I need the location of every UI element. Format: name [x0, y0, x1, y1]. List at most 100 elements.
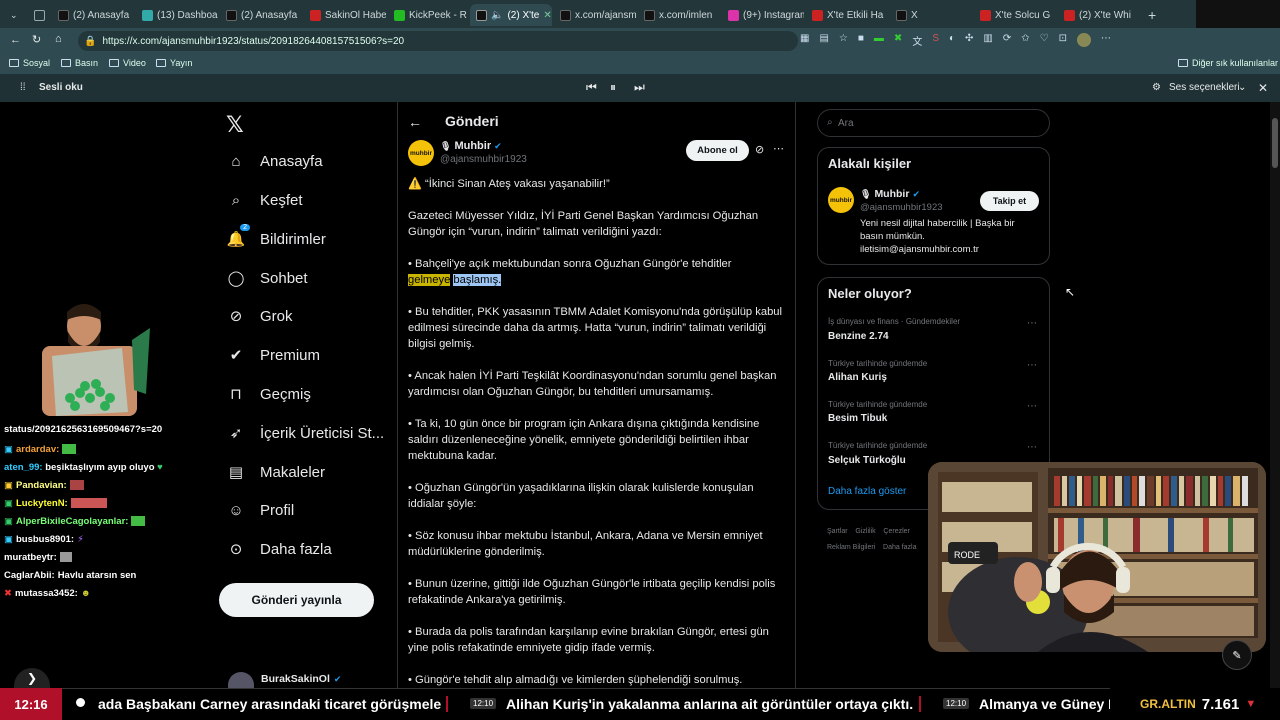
puzzle-icon[interactable]: ✣ [965, 33, 973, 49]
back-arrow-icon[interactable]: ← [408, 114, 422, 130]
page-scrollbar[interactable] [1270, 102, 1280, 688]
next-icon[interactable]: ⏭ [634, 80, 645, 95]
close-icon[interactable]: ✕ [1258, 81, 1268, 95]
nav-item-history[interactable]: ⊓ Geçmiş [226, 379, 311, 409]
screenshot-icon[interactable]: ⊡ [1059, 33, 1067, 49]
extension-icon[interactable]: S [932, 33, 939, 49]
chevron-down-icon[interactable]: ⌄ [1238, 82, 1246, 93]
search-input[interactable]: ⌕ Ara [817, 109, 1050, 137]
reload-icon[interactable]: ↻ [32, 33, 41, 46]
tab-13[interactable]: (2) X'te Whi [1058, 4, 1140, 26]
folder-icon [1178, 59, 1188, 67]
extension-icon[interactable]: ✖ [894, 33, 902, 49]
nav-item-creator-studio[interactable]: ➶ İçerik Üreticisi St... [226, 418, 384, 448]
author-handle[interactable]: @ajansmuhbir1923 [440, 154, 527, 165]
nav-item-chat[interactable]: ◯ Sohbet [226, 263, 308, 293]
more-options-icon[interactable]: ⋯ [773, 142, 784, 155]
page-icon[interactable]: ▤ [819, 33, 828, 49]
tab-11[interactable]: X [890, 4, 972, 26]
footer-link[interactable]: Reklam Bilgileri [827, 544, 875, 551]
subscribe-button[interactable]: Abone ol [686, 140, 749, 161]
bookmark-folder-video[interactable]: Video [109, 58, 146, 68]
more-options-icon[interactable]: ⋯ [1027, 401, 1037, 412]
x-logo-icon[interactable]: 𝕏 [226, 112, 244, 138]
new-tab-button[interactable]: + [1142, 4, 1160, 26]
verified-icon: ✔ [912, 188, 920, 199]
pause-icon[interactable]: ⏸ [610, 80, 616, 95]
related-avatar[interactable]: muhbir [828, 187, 854, 213]
footer-link[interactable]: Daha fazla [883, 544, 916, 551]
tab-actions-icon[interactable] [28, 4, 46, 26]
more-options-icon[interactable]: ⋯ [1027, 318, 1037, 329]
tab-12[interactable]: X'te Solcu G [974, 4, 1056, 26]
bookmark-folder-basin[interactable]: Basın [61, 58, 98, 68]
tab-menu-button[interactable]: ⌄ [4, 4, 22, 26]
tab-10[interactable]: X'te Etkili Ha [806, 4, 888, 26]
translate-icon[interactable]: 文 [912, 33, 922, 49]
grok-icon[interactable]: ⊘ [755, 143, 764, 156]
tab-5[interactable]: KickPeek - R [388, 4, 470, 26]
tab-9[interactable]: (9+) Instagram [722, 4, 804, 26]
show-more-link[interactable]: Daha fazla göster [828, 486, 906, 497]
author-name[interactable]: 🎙 Muhbir ✔ [440, 140, 502, 152]
nav-item-profile[interactable]: ☺ Profil [226, 495, 294, 525]
split-icon[interactable]: ▥ [983, 33, 992, 49]
tab-2[interactable]: (13) Dashboard [136, 4, 218, 26]
extension-icon[interactable]: ◐ [949, 33, 955, 49]
author-avatar[interactable]: muhbir [408, 140, 434, 166]
back-icon[interactable]: ← [10, 34, 21, 46]
other-bookmarks[interactable]: Diğer sık kullanılanlar [1178, 58, 1278, 68]
nav-item-premium[interactable]: ✔ Premium [226, 340, 320, 370]
favorites-icon[interactable]: ✩ [1021, 33, 1029, 49]
post-button[interactable]: Gönderi yayınla [219, 583, 374, 617]
trend-item[interactable]: Benzine 2.74 [828, 331, 889, 342]
nav-item-home[interactable]: ⌂ Anasayfa [226, 146, 322, 176]
bookmark-folder-sosyal[interactable]: Sosyal [9, 58, 50, 68]
footer-link[interactable]: Çerezler [883, 528, 909, 535]
trend-item[interactable]: Selçuk Türkoğlu [828, 455, 906, 466]
microphone-icon: 🎙 [440, 140, 452, 151]
home-icon[interactable]: ⌂ [55, 33, 62, 45]
more-options-icon[interactable]: ⋯ [1027, 442, 1037, 453]
tab-3[interactable]: (2) Anasayfa [220, 4, 302, 26]
search-icon: ⌕ [827, 117, 833, 128]
bookmark-folder-yayin[interactable]: Yayın [156, 58, 192, 68]
tab-6-active[interactable]: 🔈 (2) X'te ✕ [470, 4, 552, 26]
more-options-icon[interactable]: ⋯ [1027, 360, 1037, 371]
nav-item-more[interactable]: ⊙ Daha fazla [226, 534, 332, 564]
footer-link[interactable]: Gizlilik [855, 528, 875, 535]
avatar[interactable] [1077, 33, 1092, 47]
tab-4[interactable]: SakinOl Haber [304, 4, 386, 26]
nav-item-notifications[interactable]: 🔔 2 Bildirimler [226, 224, 326, 254]
extension-icon[interactable]: ▬ [874, 33, 884, 49]
tab-8[interactable]: x.com/imlen [638, 4, 720, 26]
clock-badge: 12:16 [0, 688, 62, 720]
footer-link[interactable]: Şartlar [827, 528, 848, 535]
nav-item-explore[interactable]: ⌕ Keşfet [226, 185, 303, 215]
url-input[interactable]: 🔒 https://x.com/ajansmuhbir1923/status/20… [84, 31, 784, 51]
collections-icon[interactable]: ⟳ [1003, 33, 1011, 49]
trend-item[interactable]: Alihan Kuriş [828, 372, 887, 383]
reader-icon[interactable]: ▦ [800, 33, 809, 49]
more-icon[interactable]: ⋯ [1101, 33, 1111, 49]
chat-message: ▣ AlperBixileCagolayanlar: [4, 512, 174, 530]
ticker-time: 12:10 [943, 698, 970, 709]
favorite-star-icon[interactable]: ☆ [839, 33, 848, 49]
chat-message: muratbeytr: [4, 548, 174, 566]
follow-button[interactable]: Takip et [980, 191, 1039, 211]
tab-1[interactable]: (2) Anasayfa [52, 4, 134, 26]
related-name[interactable]: 🎙 Muhbir ✔ [860, 188, 920, 200]
close-icon[interactable]: ✕ [543, 10, 551, 21]
nav-item-articles[interactable]: ▤ Makaleler [226, 457, 325, 487]
previous-icon[interactable]: ⏮ [586, 80, 597, 95]
ticker-item: Alihan Kuriş'in yakalanma anlarına ait g… [506, 696, 914, 712]
related-handle[interactable]: @ajansmuhbir1923 [860, 202, 943, 213]
voice-options-button[interactable]: Ses seçenekleri [1169, 82, 1240, 93]
trend-item[interactable]: Besim Tibuk [828, 413, 887, 424]
heart-icon[interactable]: ♡ [1040, 33, 1049, 49]
tab-7[interactable]: x.com/ajansm [554, 4, 636, 26]
account-switcher[interactable]: BurakSakinOl ✔ [261, 673, 341, 685]
emote-icon [62, 444, 77, 454]
nav-item-grok[interactable]: ⊘ Grok [226, 301, 293, 331]
extension-icon[interactable]: ■ [858, 33, 864, 49]
